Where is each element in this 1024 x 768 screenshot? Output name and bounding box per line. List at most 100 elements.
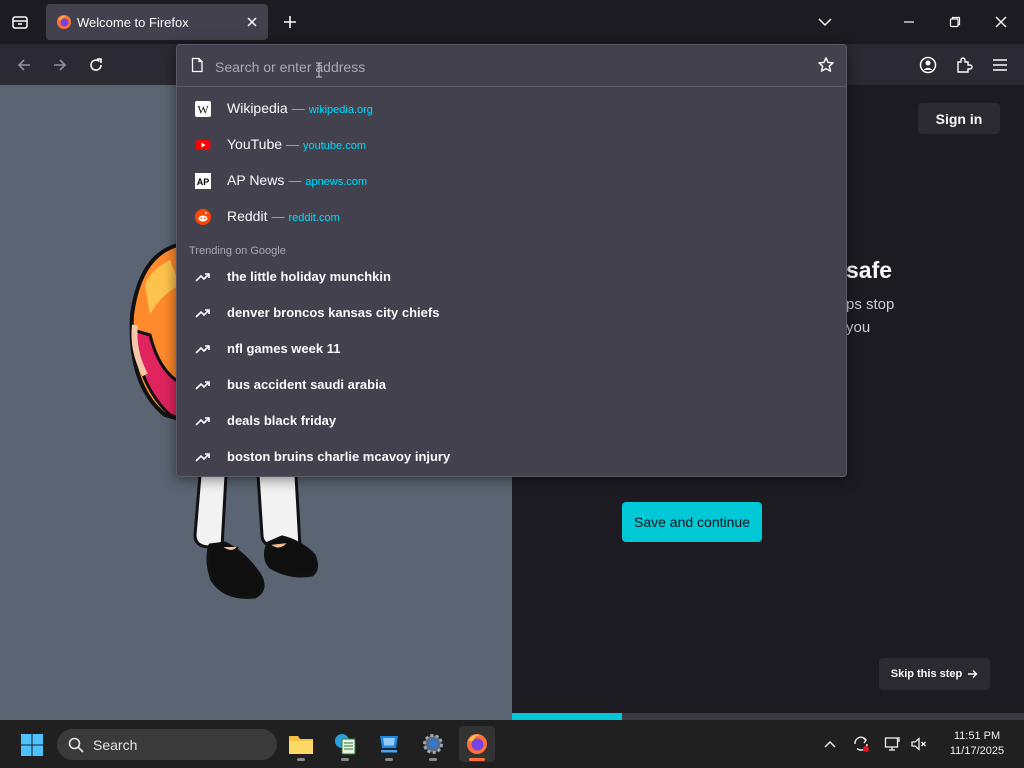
arrow-right-icon <box>968 670 978 678</box>
app-sheet-icon <box>335 734 356 755</box>
list-all-tabs-button[interactable] <box>815 12 835 32</box>
trending-label: bus accident saudi arabia <box>227 377 386 392</box>
separator: — <box>288 173 302 188</box>
trending-label: deals black friday <box>227 413 337 428</box>
taskbar: Search 11:51 PM 11/17/2025 <box>0 720 1024 768</box>
windows-start-icon[interactable] <box>20 733 44 757</box>
tab-list-icon <box>12 16 28 29</box>
firefox-icon <box>57 15 71 29</box>
extensions-button[interactable] <box>953 54 975 76</box>
trending-arrow-icon <box>195 413 211 429</box>
skip-step-label: Skip this step <box>890 668 963 680</box>
folder-icon <box>289 736 313 754</box>
new-tab-button[interactable] <box>280 12 300 32</box>
tab-welcome[interactable]: Welcome to Firefox <box>46 4 268 40</box>
separator: — <box>271 209 285 224</box>
back-arrow-icon <box>17 59 30 71</box>
reload-icon <box>90 58 102 71</box>
trending-item[interactable]: denver broncos kansas city chiefs <box>177 295 846 331</box>
close-icon <box>995 16 1007 28</box>
back-button[interactable] <box>13 54 35 76</box>
urlbar-dropdown: W Wikipedia—wikipedia.org YouTube—youtub… <box>176 44 847 477</box>
file-explorer-button[interactable] <box>283 726 319 762</box>
trending-arrow-icon <box>195 377 211 393</box>
sync-icon <box>854 736 869 752</box>
shortcut-name: Reddit <box>227 208 268 224</box>
speaker-muted-icon <box>911 737 926 751</box>
shortcut-apnews[interactable]: AP AP News — apnews.com <box>177 163 846 199</box>
taskbar-search[interactable]: Search <box>57 729 277 760</box>
sign-in-button[interactable]: Sign in <box>918 103 1000 134</box>
text-cursor-icon <box>316 62 322 78</box>
firefox-icon <box>467 734 487 754</box>
reddit-icon <box>195 209 211 225</box>
shortcut-name: Wikipedia <box>227 100 288 116</box>
tab-close-icon[interactable] <box>244 14 260 30</box>
shortcut-site: apnews.com <box>305 176 368 188</box>
volume-button[interactable] <box>909 734 929 754</box>
puzzle-icon <box>957 57 973 73</box>
onboarding-progress-fill <box>512 713 623 720</box>
tab-list-button[interactable] <box>8 10 32 34</box>
svg-text:W: W <box>197 103 209 117</box>
remote-app-button[interactable] <box>371 726 407 762</box>
trending-item[interactable]: bus accident saudi arabia <box>177 367 846 403</box>
account-button[interactable] <box>917 54 939 76</box>
separator: — <box>286 137 300 152</box>
shortcut-name: YouTube <box>227 136 283 152</box>
trending-heading: Trending on Google <box>189 245 286 257</box>
skip-step-button[interactable]: Skip this step <box>879 658 990 690</box>
hamburger-menu-icon <box>993 59 1007 71</box>
save-and-continue-button[interactable]: Save and continue <box>622 502 762 542</box>
shortcut-wikipedia[interactable]: W Wikipedia — wikipedia.org <box>177 91 846 127</box>
separator: — <box>291 101 305 116</box>
forward-arrow-icon <box>54 59 67 71</box>
forward-button[interactable] <box>49 54 71 76</box>
onboarding-progress-bar <box>512 713 1024 720</box>
chevron-down-icon <box>818 18 832 27</box>
trending-label: nfl games week 11 <box>227 341 341 356</box>
firefox-taskbar-button[interactable] <box>459 726 495 762</box>
task-manager-app-button[interactable] <box>327 726 363 762</box>
plus-icon <box>284 16 296 28</box>
settings-button[interactable] <box>415 726 451 762</box>
address-input[interactable] <box>213 54 797 80</box>
onboarding-body-line-1: ps stop <box>846 296 895 313</box>
urlbar <box>177 45 846 87</box>
shortcut-site: youtube.com <box>303 140 366 152</box>
account-icon <box>919 56 937 74</box>
gear-icon <box>423 734 443 754</box>
app-menu-button[interactable] <box>989 54 1011 76</box>
trending-item[interactable]: boston bruins charlie mcavoy injury <box>177 439 846 475</box>
network-button[interactable] <box>883 734 903 754</box>
tab-title: Welcome to Firefox <box>77 15 189 30</box>
trending-arrow-icon <box>195 305 211 321</box>
sync-status-button[interactable] <box>851 734 871 754</box>
tab-bar: Welcome to Firefox <box>0 0 1024 44</box>
trending-item[interactable]: deals black friday <box>177 403 846 439</box>
search-icon <box>68 737 84 753</box>
youtube-icon <box>195 137 211 153</box>
shortcut-youtube[interactable]: YouTube — youtube.com <box>177 127 846 163</box>
trending-item[interactable]: nfl games week 11 <box>177 331 846 367</box>
minimize-button[interactable] <box>899 12 919 32</box>
trending-label: boston bruins charlie mcavoy injury <box>227 449 451 464</box>
wikipedia-icon: W <box>195 101 211 117</box>
shortcut-reddit[interactable]: Reddit — reddit.com <box>177 199 846 235</box>
page-icon <box>191 57 203 73</box>
trending-arrow-icon <box>195 341 211 357</box>
shortcut-site: wikipedia.org <box>308 104 373 116</box>
trending-label: denver broncos kansas city chiefs <box>227 305 440 320</box>
trending-label: the little holiday munchkin <box>227 269 391 284</box>
show-hidden-icons-button[interactable] <box>820 734 840 754</box>
reload-button[interactable] <box>85 54 107 76</box>
monitor-app-icon <box>380 736 398 753</box>
restore-button[interactable] <box>945 12 965 32</box>
svg-text:AP: AP <box>197 177 210 187</box>
bookmark-star-icon[interactable] <box>817 56 835 74</box>
trending-item[interactable]: the little holiday munchkin <box>177 259 846 295</box>
trending-arrow-icon <box>195 449 211 465</box>
taskbar-clock[interactable]: 11:51 PM 11/17/2025 <box>938 729 1016 759</box>
close-window-button[interactable] <box>991 12 1011 32</box>
apnews-icon: AP <box>195 173 211 189</box>
